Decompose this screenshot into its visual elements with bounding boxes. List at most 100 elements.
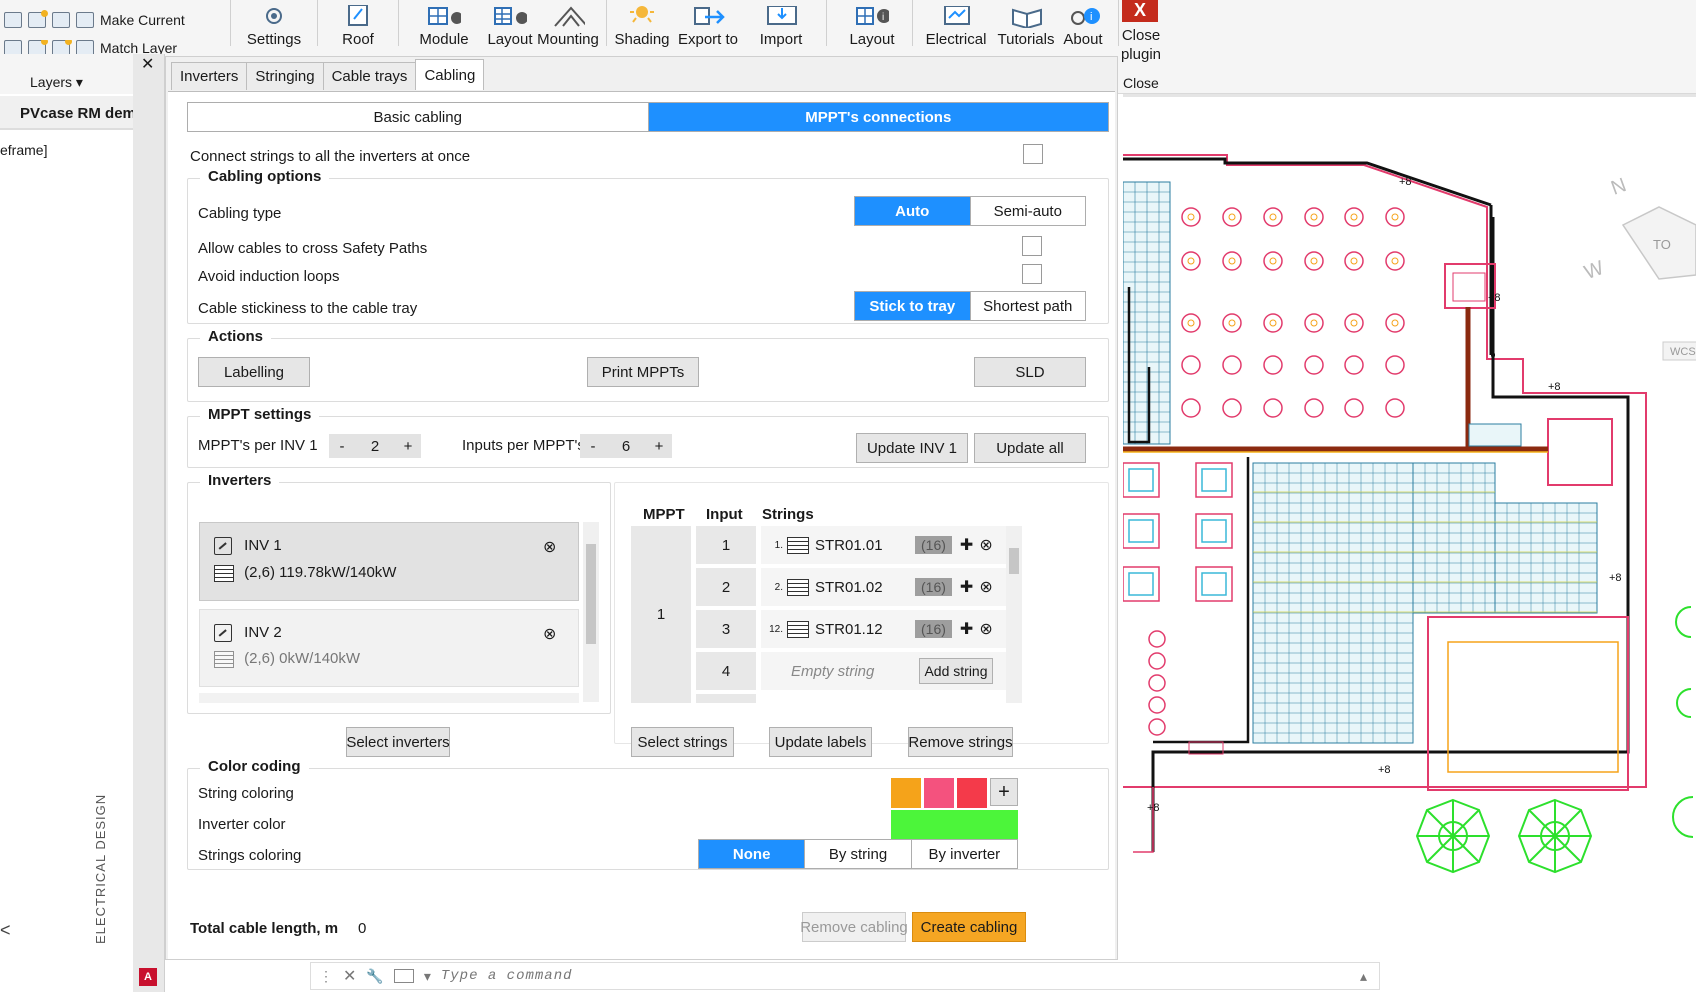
stick-to-tray-option[interactable]: Stick to tray — [855, 292, 971, 320]
roof-button[interactable]: Roof — [332, 0, 384, 48]
cabling-type-semi-auto[interactable]: Semi-auto — [970, 197, 1085, 225]
about-button[interactable]: i About — [1054, 0, 1112, 48]
coloring-none-option[interactable]: None — [699, 840, 806, 868]
scroll-thumb[interactable] — [586, 544, 596, 644]
update-inv-button[interactable]: Update INV 1 — [856, 433, 968, 463]
chevron-up-icon[interactable]: ▴ — [1360, 968, 1367, 985]
select-inverters-button[interactable]: Select inverters — [346, 727, 450, 757]
make-current-button[interactable]: Make Current — [100, 12, 185, 28]
input-cell[interactable]: 1 — [696, 526, 756, 564]
remove-inverter-icon[interactable]: ⊗ — [543, 624, 556, 644]
inputs-per-mppt-minus[interactable]: - — [580, 438, 606, 455]
layer-iso-icon[interactable] — [4, 40, 22, 54]
add-string-button[interactable]: Add string — [919, 658, 993, 684]
tab-cabling[interactable]: Cabling — [415, 59, 485, 90]
cabling-type-auto[interactable]: Auto — [855, 197, 971, 225]
inverter-card-inv1[interactable]: INV 1 (2,6) 119.78kW/140kW ⊗ — [199, 522, 579, 601]
viewport-label[interactable]: eframe] — [0, 142, 47, 158]
coloring-by-inverter-option[interactable]: By inverter — [911, 840, 1017, 868]
import-button[interactable]: Import — [752, 0, 810, 48]
inputs-per-mppt-value[interactable]: 6 — [606, 438, 646, 455]
document-tab[interactable]: PVcase RM dem — [0, 96, 134, 130]
inverter-color-swatch[interactable] — [891, 810, 1018, 840]
labelling-button[interactable]: Labelling — [198, 357, 310, 387]
update-labels-button[interactable]: Update labels — [769, 727, 872, 757]
remove-string-icon[interactable]: ⊗ — [979, 535, 992, 555]
basic-cabling-tab[interactable]: Basic cabling — [188, 103, 649, 131]
mppt-connections-tab[interactable]: MPPT's connections — [648, 103, 1108, 131]
tutorials-button[interactable]: Tutorials — [994, 0, 1058, 48]
mppt-cell[interactable]: 1 — [631, 526, 691, 703]
input-cell[interactable]: 2 — [696, 568, 756, 606]
layer-unlock-icon[interactable] — [52, 40, 72, 54]
add-color-icon[interactable]: + — [990, 778, 1018, 806]
add-icon[interactable]: ✚ — [960, 619, 973, 639]
match-layer-icon[interactable] — [76, 40, 94, 54]
drawing-canvas[interactable]: +8 +8 +8 +8 +8 +8 N W TO WCS — [1123, 97, 1696, 992]
remove-string-icon[interactable]: ⊗ — [979, 577, 992, 597]
string-row[interactable]: 1. STR01.01 (16) ✚ ⊗ — [761, 526, 1006, 564]
input-cell[interactable]: 3 — [696, 610, 756, 648]
mppt-per-inv-plus[interactable]: + — [395, 438, 421, 455]
add-icon[interactable]: ✚ — [960, 577, 973, 597]
input-cell[interactable]: 4 — [696, 652, 756, 690]
command-history-icon[interactable] — [393, 969, 414, 983]
remove-cabling-button[interactable]: Remove cabling — [800, 912, 908, 942]
color-swatch[interactable] — [957, 778, 987, 808]
create-cabling-button[interactable]: Create cabling — [912, 912, 1026, 942]
settings-button[interactable]: Settings — [243, 0, 305, 48]
layer-tool-icon[interactable] — [4, 12, 22, 28]
tab-stringing[interactable]: Stringing — [246, 62, 324, 90]
command-input[interactable]: Type a command — [441, 968, 573, 984]
layout-settings-button[interactable]: Layout — [478, 0, 542, 48]
grip-icon[interactable]: ⋮ — [319, 968, 333, 985]
print-mppts-button[interactable]: Print MPPTs — [587, 357, 699, 387]
update-all-button[interactable]: Update all — [974, 433, 1086, 463]
scroll-thumb[interactable] — [1009, 548, 1019, 574]
inverters-scrollbar[interactable] — [583, 522, 599, 702]
chevron-down-icon[interactable]: ▾ — [424, 968, 431, 985]
layers-panel-title[interactable]: Layers ▾ — [30, 74, 83, 91]
select-strings-button[interactable]: Select strings — [631, 727, 734, 757]
export-button[interactable]: Export to — [674, 0, 742, 48]
color-swatch[interactable] — [891, 778, 921, 808]
layer-thaw-icon[interactable] — [28, 40, 48, 54]
viewcube[interactable]: N W TO WCS — [1581, 174, 1696, 361]
module-settings-button[interactable]: Module — [412, 0, 476, 48]
electrical-button[interactable]: Electrical — [920, 0, 992, 48]
add-icon[interactable]: ✚ — [960, 535, 973, 555]
layer-freeze-icon[interactable] — [28, 10, 48, 28]
connect-all-checkbox[interactable] — [1023, 144, 1043, 164]
shading-button[interactable]: Shading — [610, 0, 674, 48]
empty-string-row[interactable]: Empty string Add string — [761, 652, 1006, 690]
tab-inverters[interactable]: Inverters — [171, 62, 248, 90]
wrench-icon[interactable]: 🔧 — [366, 968, 383, 985]
mppt-per-inv-minus[interactable]: - — [329, 438, 355, 455]
chevron-left-icon[interactable]: < — [0, 920, 11, 941]
coloring-by-string-option[interactable]: By string — [805, 840, 912, 868]
avoid-loops-checkbox[interactable] — [1022, 264, 1042, 284]
string-row[interactable]: 2. STR01.02 (16) ✚ ⊗ — [761, 568, 1006, 606]
make-current-icon[interactable] — [76, 12, 94, 28]
remove-string-icon[interactable]: ⊗ — [979, 619, 992, 639]
remove-inverter-icon[interactable]: ⊗ — [543, 537, 556, 557]
inputs-per-mppt-plus[interactable]: + — [646, 438, 672, 455]
layer-lock-icon[interactable] — [52, 12, 70, 28]
sld-button[interactable]: SLD — [974, 357, 1086, 387]
mounting-button[interactable]: Mounting — [536, 0, 600, 48]
tab-cable-trays[interactable]: Cable trays — [322, 62, 417, 90]
close-icon[interactable]: ✕ — [141, 54, 154, 74]
cross-safety-checkbox[interactable] — [1022, 236, 1042, 256]
close-plugin-button[interactable]: Close plugin — [1120, 26, 1162, 64]
mppt-per-inv-value[interactable]: 2 — [355, 438, 395, 455]
strings-scrollbar[interactable] — [1006, 526, 1022, 703]
remove-strings-button[interactable]: Remove strings — [908, 727, 1013, 757]
match-layer-button[interactable]: Match Layer — [100, 40, 177, 54]
layout-info-button[interactable]: i Layout — [840, 0, 904, 48]
string-row[interactable]: 12. STR01.12 (16) ✚ ⊗ — [761, 610, 1006, 648]
close-icon[interactable]: ✕ — [343, 966, 356, 986]
shortest-path-option[interactable]: Shortest path — [970, 292, 1085, 320]
close-plugin-icon[interactable]: X — [1122, 0, 1158, 22]
color-swatch[interactable] — [924, 778, 954, 808]
inverter-card-inv2[interactable]: INV 2 (2,6) 0kW/140kW ⊗ — [199, 609, 579, 687]
